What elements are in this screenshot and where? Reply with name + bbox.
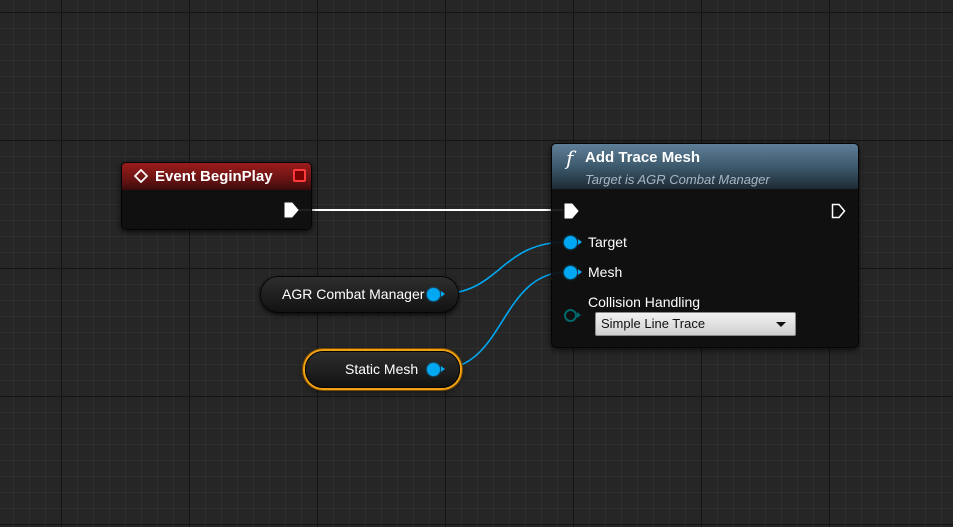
target-pin-arrow-icon xyxy=(578,239,582,245)
function-node-title: Add Trace Mesh xyxy=(585,149,701,166)
function-node-subtitle: Target is AGR Combat Manager xyxy=(585,172,770,187)
add-trace-mesh-node[interactable]: f Add Trace Mesh Target is AGR Combat Ma… xyxy=(551,143,859,348)
event-node-title: Event BeginPlay xyxy=(155,168,273,185)
static-mesh-label: Static Mesh xyxy=(345,361,419,377)
static-mesh-pin-arrow-icon xyxy=(441,366,445,372)
agr-combat-manager-label: AGR Combat Manager xyxy=(282,286,425,302)
collision-handling-pin[interactable] xyxy=(564,309,577,322)
agr-combat-manager-getter[interactable]: AGR Combat Manager xyxy=(260,276,459,313)
collision-handling-label: Collision Handling xyxy=(588,294,701,310)
agr-pin-arrow-icon xyxy=(441,291,445,297)
exec-in-pin[interactable] xyxy=(564,203,579,219)
static-mesh-out-pin[interactable] xyxy=(427,363,440,376)
mesh-pin[interactable] xyxy=(564,266,577,279)
mesh-pin-arrow-icon xyxy=(578,269,582,275)
delegate-pin-icon[interactable] xyxy=(293,169,306,182)
exec-out-pin[interactable] xyxy=(831,203,846,219)
event-diamond-icon xyxy=(134,169,148,183)
event-node-header: Event BeginPlay xyxy=(122,163,311,190)
chevron-down-icon xyxy=(776,322,786,327)
target-wire xyxy=(439,241,568,295)
target-pin[interactable] xyxy=(564,236,577,249)
event-beginplay-node[interactable]: Event BeginPlay xyxy=(121,162,312,230)
collision-pin-arrow-icon xyxy=(577,312,581,318)
function-node-header: f Add Trace Mesh Target is AGR Combat Ma… xyxy=(552,144,858,189)
mesh-pin-label: Mesh xyxy=(588,264,623,280)
mesh-wire xyxy=(439,271,568,370)
collision-handling-dropdown[interactable]: Simple Line Trace xyxy=(595,312,796,336)
agr-combat-manager-out-pin[interactable] xyxy=(427,288,440,301)
exec-out-pin[interactable] xyxy=(284,202,299,218)
static-mesh-getter[interactable]: Static Mesh xyxy=(305,351,460,388)
target-pin-label: Target xyxy=(588,234,627,250)
function-f-icon: f xyxy=(566,146,574,170)
collision-handling-value: Simple Line Trace xyxy=(601,316,706,331)
